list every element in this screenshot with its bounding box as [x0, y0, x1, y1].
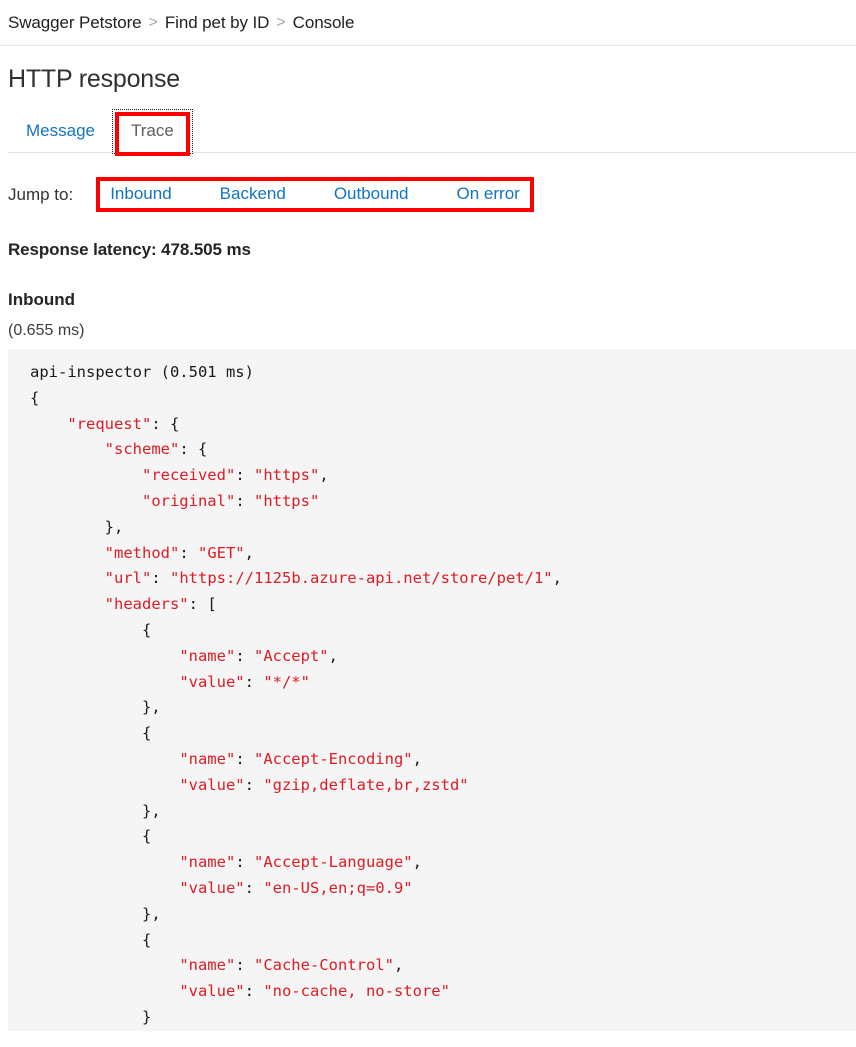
jump-link-outbound[interactable]: Outbound — [332, 183, 411, 205]
jump-to-row: Jump to: Inbound Backend Outbound On err… — [0, 177, 856, 212]
inbound-trace-code-block[interactable]: api-inspector (0.501 ms) { "request": { … — [8, 349, 856, 1031]
jump-link-inbound[interactable]: Inbound — [108, 183, 173, 205]
breadcrumb-separator-icon: > — [149, 14, 158, 32]
inbound-trace-code: api-inspector (0.501 ms) { "request": { … — [8, 360, 856, 1031]
jump-to-links-group: Inbound Backend Outbound On error — [96, 177, 534, 212]
jump-to-label: Jump to: — [8, 185, 73, 205]
jump-link-backend[interactable]: Backend — [218, 183, 288, 205]
response-latency-text: Response latency: 478.505 ms — [0, 212, 856, 260]
breadcrumb-item-console: Console — [293, 13, 355, 33]
breadcrumb-separator-icon: > — [276, 14, 285, 32]
tab-trace[interactable]: Trace — [113, 110, 192, 153]
tab-message[interactable]: Message — [8, 110, 113, 153]
breadcrumb-item-find-pet-by-id[interactable]: Find pet by ID — [165, 13, 269, 33]
breadcrumb-item-swagger-petstore[interactable]: Swagger Petstore — [8, 13, 142, 33]
tabstrip-container: Message Trace — [0, 110, 856, 153]
page-title: HTTP response — [0, 46, 856, 94]
tabstrip: Message Trace — [0, 110, 856, 153]
section-duration-inbound: (0.655 ms) — [0, 310, 856, 340]
breadcrumb: Swagger Petstore > Find pet by ID > Cons… — [0, 0, 856, 46]
jump-link-on-error[interactable]: On error — [455, 183, 522, 205]
section-title-inbound: Inbound — [0, 260, 856, 310]
